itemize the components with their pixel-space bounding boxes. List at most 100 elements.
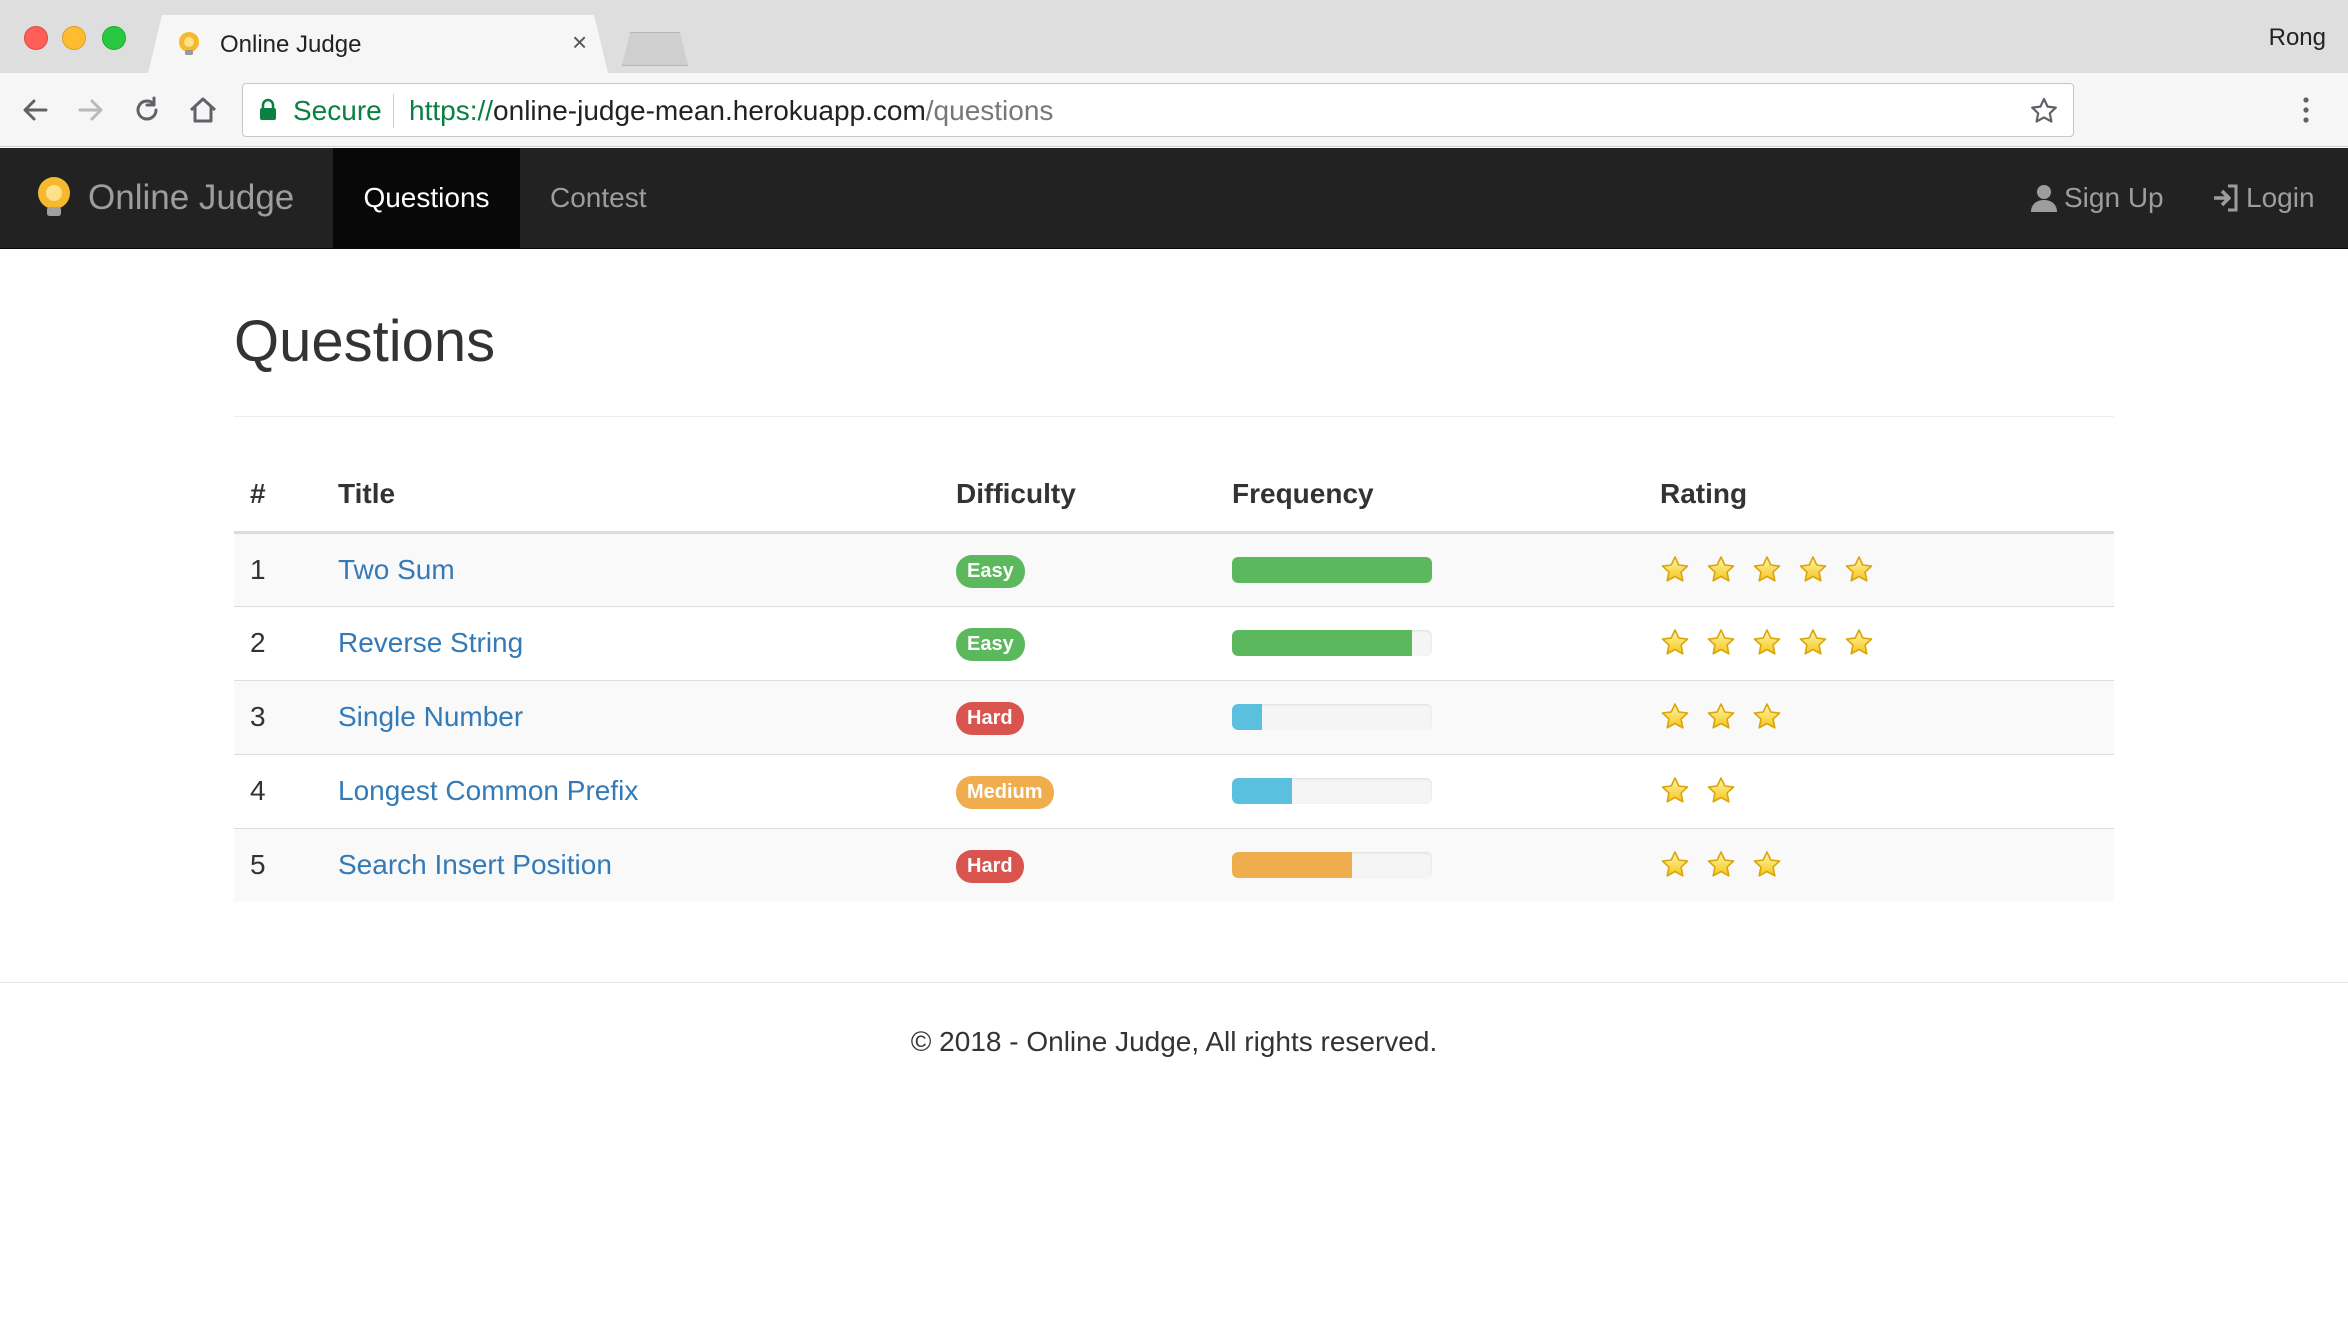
brand-link[interactable]: Online Judge <box>34 148 294 248</box>
header-title: Title <box>338 458 956 534</box>
frequency-bar-fill <box>1232 778 1292 804</box>
difficulty-badge: Hard <box>956 702 1024 735</box>
frequency-bar <box>1232 556 1432 583</box>
frequency-bar-fill <box>1232 556 1432 583</box>
nav-sign-up[interactable]: Sign Up <box>2000 148 2194 248</box>
header-rating: Rating <box>1660 458 2114 534</box>
star-icon <box>1706 702 1736 732</box>
menu-icon[interactable] <box>2300 93 2312 127</box>
url-scheme: https:// <box>409 95 494 126</box>
table-row: 5 Search Insert Position Hard <box>234 828 2114 902</box>
question-title-link[interactable]: Reverse String <box>338 627 523 658</box>
star-icon <box>1660 776 1690 806</box>
question-number: 2 <box>234 606 338 681</box>
browser-tab-active[interactable]: Online Judge × <box>148 15 608 73</box>
frequency-bar-fill <box>1232 852 1352 879</box>
difficulty-badge: Easy <box>956 554 1025 588</box>
tab-close-icon[interactable]: × <box>572 27 587 57</box>
star-icon <box>1706 776 1736 806</box>
lock-icon <box>260 98 276 120</box>
star-icon <box>1706 555 1736 585</box>
star-icon <box>1660 628 1690 658</box>
rating-stars <box>1660 555 2114 585</box>
difficulty-badge: Easy <box>956 628 1025 661</box>
table-row: 1 Two Sum Easy <box>234 532 2114 607</box>
nav-contest[interactable]: Contest <box>520 148 677 248</box>
page-title: Questions <box>234 309 496 374</box>
table-row: 3 Single Number Hard <box>234 680 2114 755</box>
frequency-bar-fill <box>1232 704 1262 730</box>
question-number: 5 <box>234 828 338 902</box>
reload-icon[interactable] <box>130 93 164 127</box>
frequency-bar <box>1232 704 1432 730</box>
forward-icon[interactable] <box>74 93 108 127</box>
table-row: 4 Longest Common Prefix Medium <box>234 754 2114 829</box>
table-row: 2 Reverse String Easy <box>234 606 2114 681</box>
window-close-button[interactable] <box>24 26 48 50</box>
back-icon[interactable] <box>18 93 52 127</box>
new-tab-button[interactable] <box>622 32 688 66</box>
site-navbar: Online Judge Questions Contest Sign Up L… <box>0 148 2348 249</box>
title-divider <box>234 416 2114 417</box>
star-icon <box>1752 702 1782 732</box>
header-difficulty: Difficulty <box>956 458 1232 534</box>
nav-login-label: Login <box>2246 182 2315 213</box>
nav-questions-label: Questions <box>363 182 490 213</box>
question-title-link[interactable]: Search Insert Position <box>338 849 612 880</box>
star-icon <box>1752 850 1782 880</box>
questions-table: # Title Difficulty Frequency Rating 1 Two… <box>234 458 2114 902</box>
url-text[interactable]: https://online-judge-mean.herokuapp.com/… <box>409 95 1053 127</box>
footer-divider <box>0 982 2348 983</box>
browser-tab-strip: Online Judge × Rong <box>0 0 2348 73</box>
rating-stars <box>1660 628 2114 658</box>
question-number: 3 <box>234 680 338 755</box>
star-icon <box>1844 628 1874 658</box>
question-title-link[interactable]: Two Sum <box>338 554 455 585</box>
question-number: 4 <box>234 754 338 829</box>
browser-toolbar: Secure https://online-judge-mean.herokua… <box>0 73 2348 147</box>
address-bar[interactable]: Secure https://online-judge-mean.herokua… <box>242 83 2074 137</box>
rating-stars <box>1660 850 2114 880</box>
question-number: 1 <box>234 532 338 607</box>
url-path: /questions <box>925 95 1054 126</box>
question-title-link[interactable]: Single Number <box>338 701 523 732</box>
user-icon <box>2031 185 2057 212</box>
nav-questions[interactable]: Questions <box>333 148 520 248</box>
frequency-bar <box>1232 852 1432 879</box>
bookmark-star-icon[interactable] <box>2029 96 2059 126</box>
question-title-link[interactable]: Longest Common Prefix <box>338 775 638 806</box>
address-separator <box>393 94 394 128</box>
star-icon <box>1752 628 1782 658</box>
difficulty-badge: Hard <box>956 850 1024 884</box>
home-icon[interactable] <box>186 93 220 127</box>
star-icon <box>1660 850 1690 880</box>
nav-login[interactable]: Login <box>2182 148 2345 248</box>
star-icon <box>1798 555 1828 585</box>
star-icon <box>1706 628 1736 658</box>
profile-name[interactable]: Rong <box>2269 24 2326 52</box>
table-body: 1 Two Sum Easy 2 Reverse String Easy 3 Single N… <box>234 532 2114 902</box>
star-icon <box>1706 850 1736 880</box>
window-minimize-button[interactable] <box>62 26 86 50</box>
difficulty-badge: Medium <box>956 776 1054 809</box>
rating-stars <box>1660 776 2114 806</box>
login-icon <box>2214 184 2238 212</box>
rating-stars <box>1660 702 2114 732</box>
star-icon <box>1660 555 1690 585</box>
header-frequency: Frequency <box>1232 458 1660 534</box>
star-icon <box>1798 628 1828 658</box>
brand-name: Online Judge <box>88 178 295 217</box>
secure-label: Secure <box>293 95 382 126</box>
nav-sign-up-label: Sign Up <box>2064 182 2164 213</box>
table-header-row: # Title Difficulty Frequency Rating <box>234 458 2114 534</box>
star-icon <box>1660 702 1690 732</box>
header-number: # <box>234 458 338 534</box>
lightbulb-icon <box>38 177 70 216</box>
frequency-bar <box>1232 630 1432 656</box>
window-maximize-button[interactable] <box>102 26 126 50</box>
nav-contest-label: Contest <box>550 182 647 213</box>
frequency-bar-fill <box>1232 630 1412 656</box>
footer-copyright: © 2018 - Online Judge, All rights reserv… <box>910 1026 1438 1057</box>
tab-title: Online Judge <box>220 31 362 58</box>
lightbulb-favicon-icon <box>179 32 199 55</box>
